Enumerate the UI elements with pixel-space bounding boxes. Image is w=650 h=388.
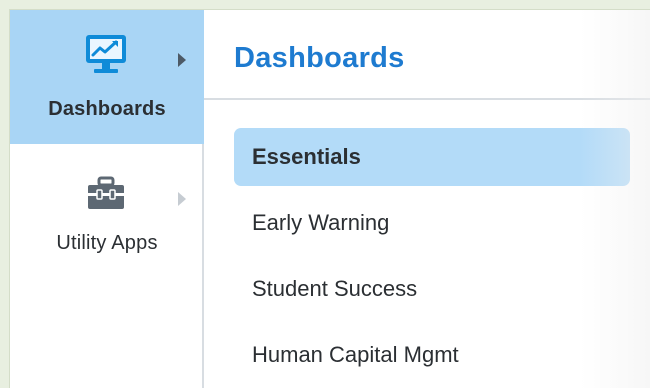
dashboard-monitor-icon (82, 32, 130, 76)
rail-item-utility-apps[interactable]: Utility Apps (10, 144, 204, 274)
menu-item-essentials[interactable]: Essentials (234, 128, 630, 186)
toolbox-icon (82, 172, 130, 216)
menu-item-human-capital-mgmt[interactable]: Human Capital Mgmt (234, 326, 630, 384)
chevron-right-icon (178, 192, 186, 206)
panel-header: Dashboards (204, 10, 650, 100)
dashboard-menu: Essentials Early Warning Student Success… (234, 128, 630, 388)
app-frame: Dashboards Utility Apps Dashboards Essen… (10, 10, 650, 388)
menu-item-early-warning[interactable]: Early Warning (234, 194, 630, 252)
dashboards-panel: Dashboards Essentials Early Warning Stud… (204, 10, 650, 388)
left-nav-rail: Dashboards Utility Apps (10, 10, 204, 388)
panel-title: Dashboards (234, 42, 405, 74)
menu-item-student-success[interactable]: Student Success (234, 260, 630, 318)
rail-item-label: Dashboards (48, 98, 166, 120)
chevron-right-icon (178, 53, 186, 67)
rail-item-label: Utility Apps (56, 232, 158, 254)
rail-item-dashboards[interactable]: Dashboards (10, 10, 204, 144)
